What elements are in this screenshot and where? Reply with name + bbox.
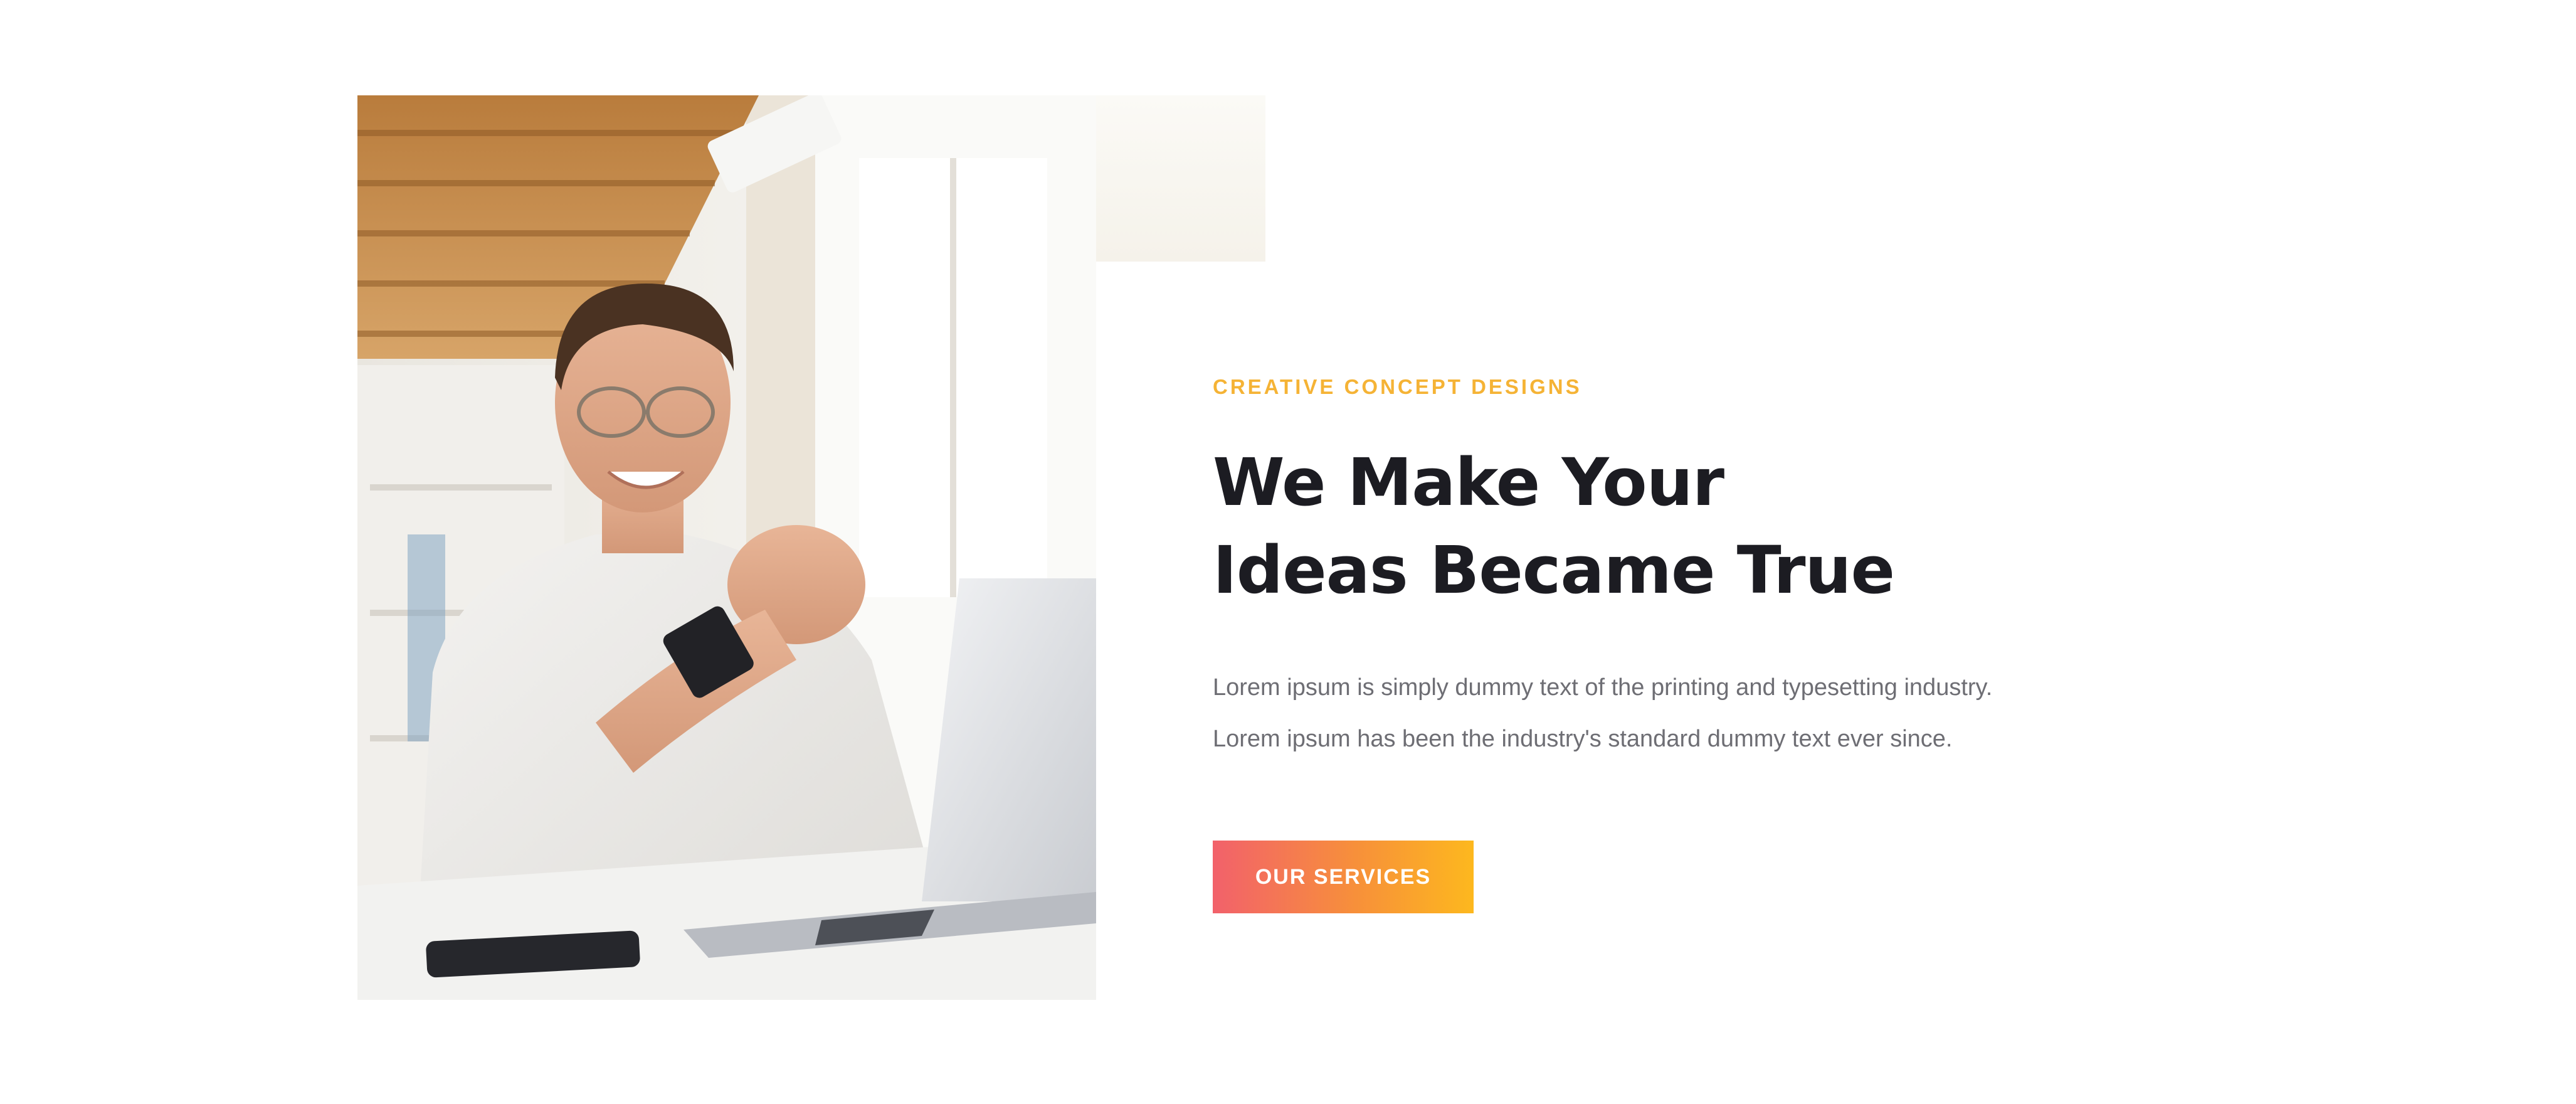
description-line-1: Lorem ipsum is simply dummy text of the …: [1213, 674, 1993, 701]
eyebrow-label: CREATIVE CONCEPT DESIGNS: [1213, 375, 1582, 398]
hero-description: Lorem ipsum is simply dummy text of the …: [1213, 662, 2216, 765]
our-services-button[interactable]: OUR SERVICES: [1213, 841, 1474, 913]
hero-section: CREATIVE CONCEPT DESIGNS We Make Your Id…: [0, 0, 2576, 1104]
hero-headline: We Make Your Ideas Became True: [1213, 438, 2216, 614]
description-line-2: Lorem ipsum has been the industry's stan…: [1213, 726, 1953, 752]
photo-overlay-shape: [1096, 95, 1265, 262]
hero-photo: [357, 95, 1096, 1000]
hero-content: CREATIVE CONCEPT DESIGNS We Make Your Id…: [1213, 376, 2216, 765]
headline-line-2: Ideas Became True: [1213, 532, 1895, 608]
headline-line-1: We Make Your: [1213, 444, 1724, 521]
man-at-laptop-photo-icon: [357, 95, 1096, 1000]
